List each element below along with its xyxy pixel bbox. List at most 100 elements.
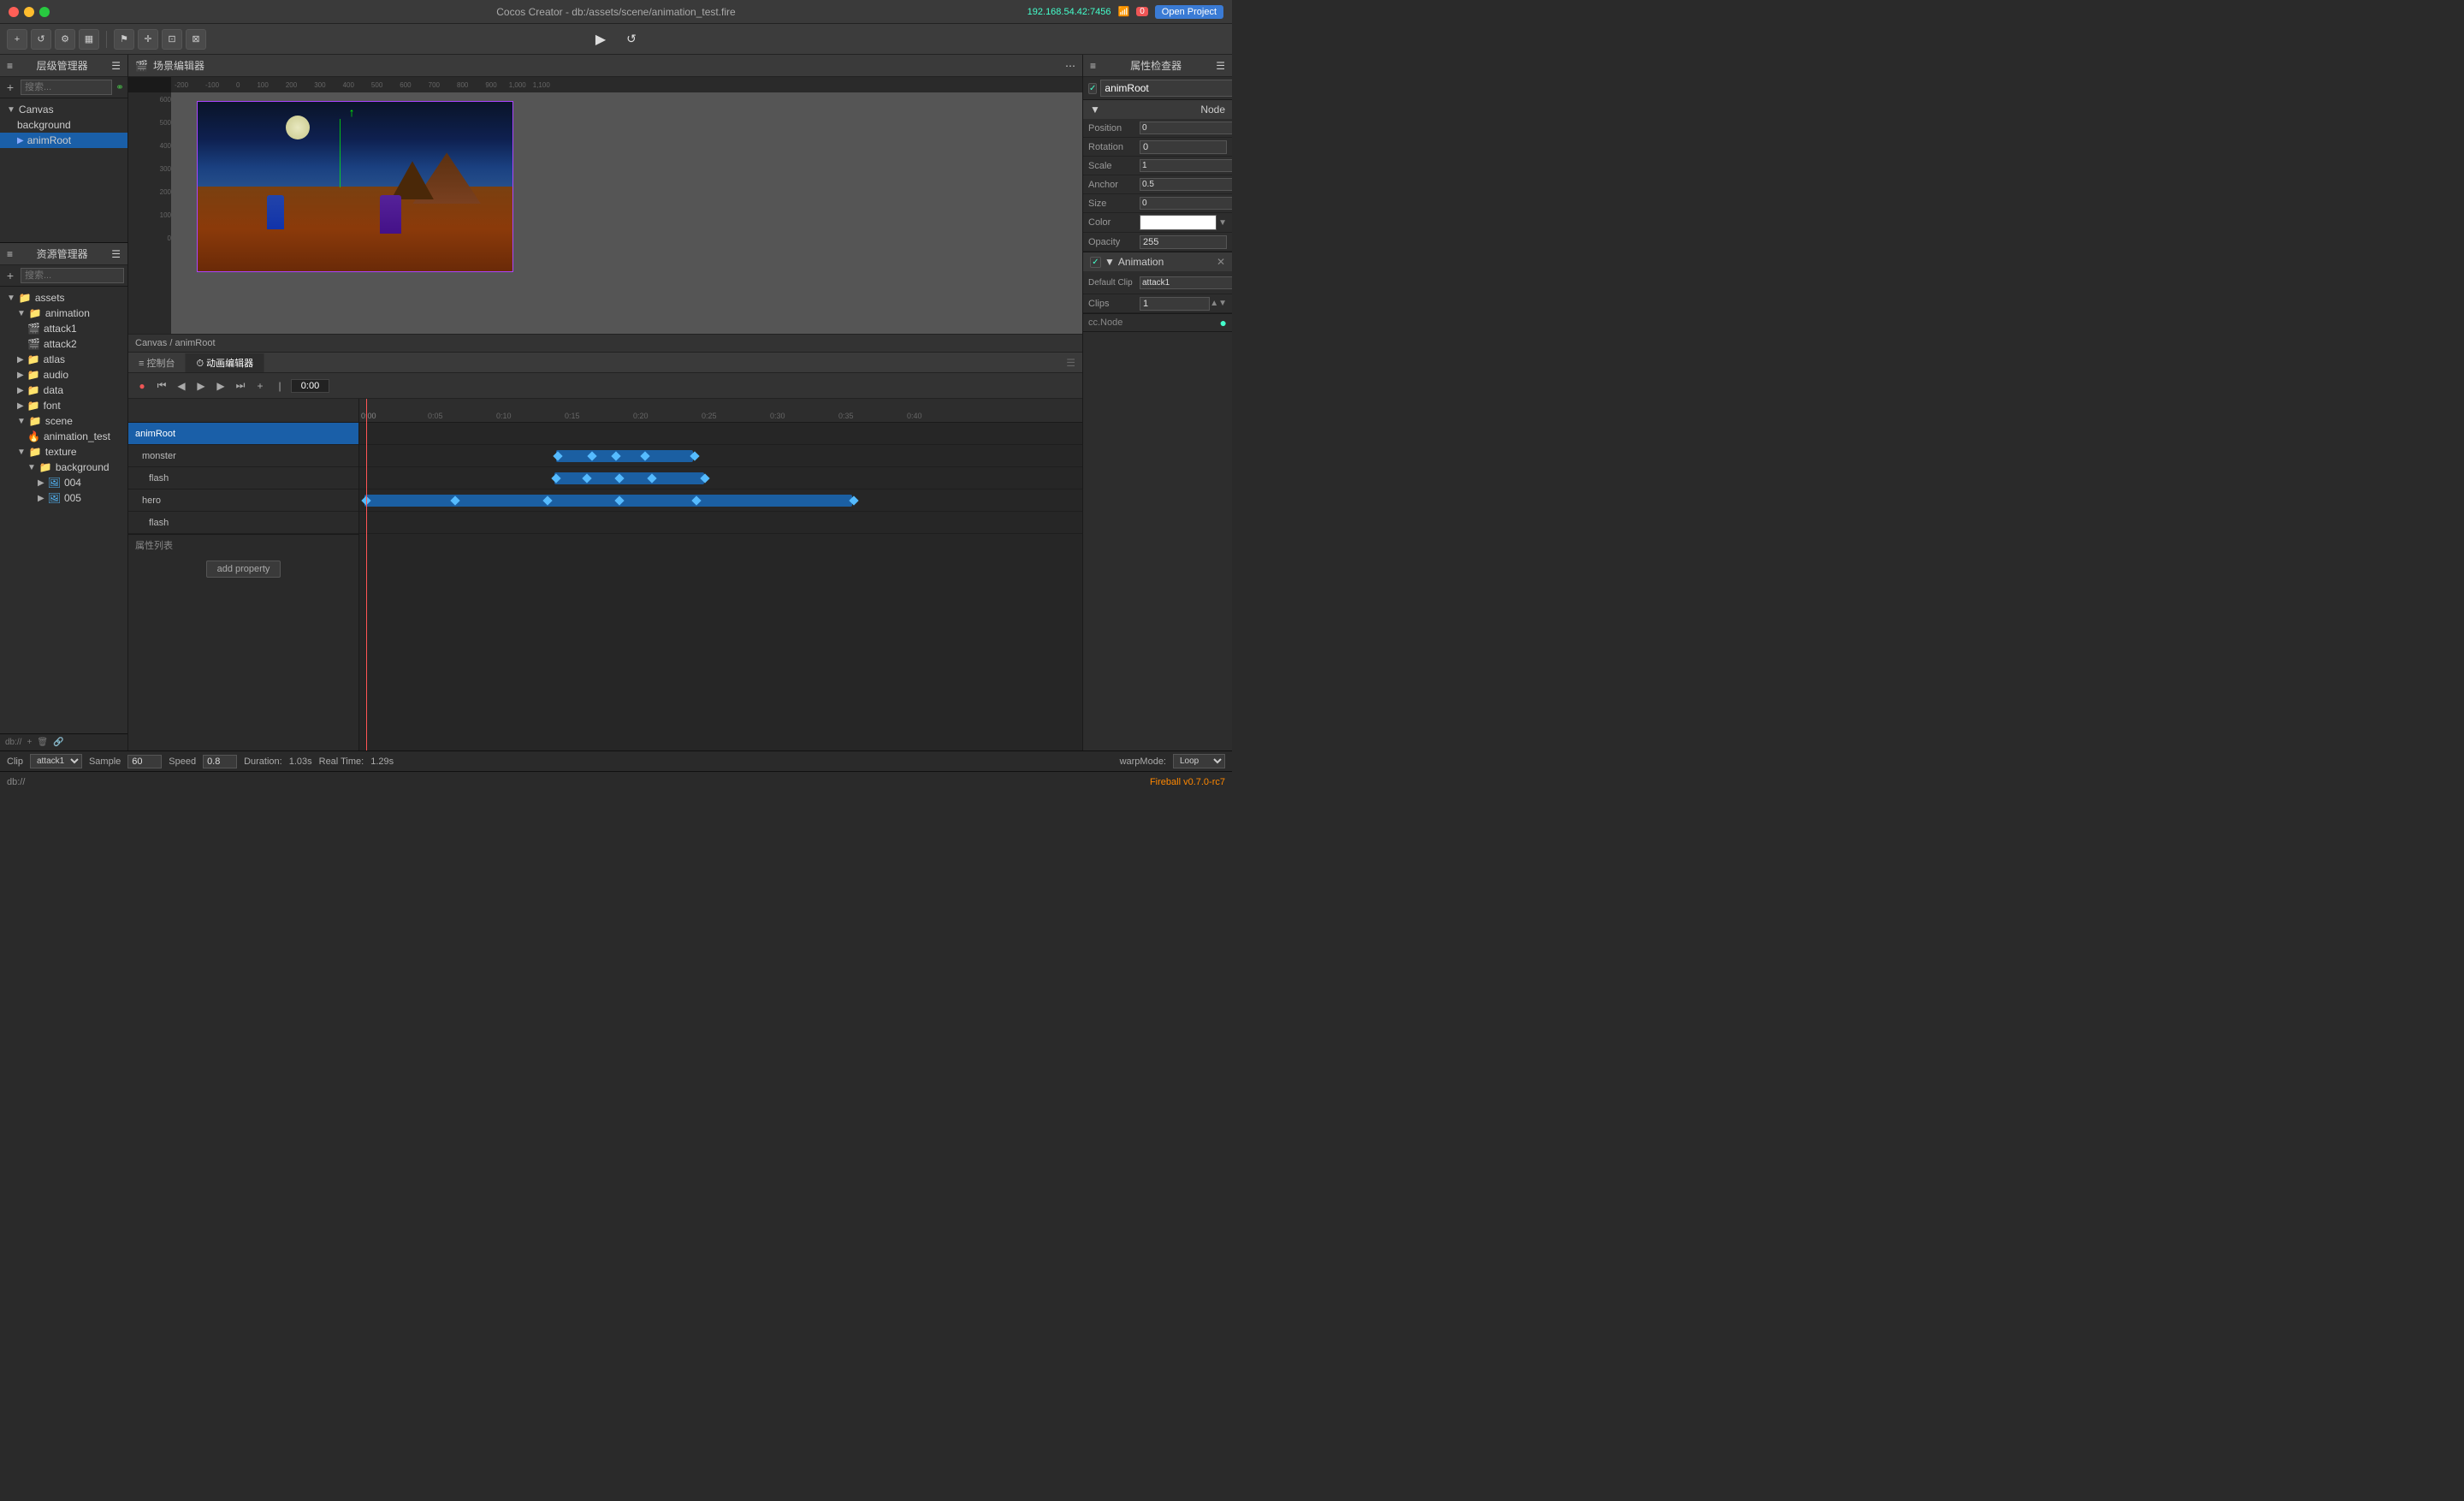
tree-item-animroot[interactable]: ▶ animRoot bbox=[0, 133, 127, 148]
speed-input[interactable] bbox=[203, 755, 237, 768]
clip-bottom-bar: Clip attack1 Sample Speed Duration: 1.03… bbox=[0, 750, 1232, 771]
track-flash1[interactable]: flash bbox=[128, 467, 358, 489]
track-row-flash2[interactable] bbox=[359, 512, 1082, 534]
expand-arrow-animroot: ▶ bbox=[17, 136, 24, 145]
to-end-button[interactable]: ⏭ bbox=[232, 377, 249, 395]
sample-input[interactable] bbox=[127, 755, 162, 768]
close-button[interactable] bbox=[9, 7, 19, 17]
hierarchy-search-input[interactable] bbox=[21, 80, 112, 95]
tree-item-background[interactable]: background bbox=[0, 117, 127, 133]
node-section-header[interactable]: ▼ Node bbox=[1083, 100, 1232, 119]
tool4-button[interactable]: ⊠ bbox=[186, 29, 206, 50]
scene-icon: 🎬 bbox=[135, 60, 148, 72]
rotation-input[interactable] bbox=[1140, 140, 1227, 154]
asset-item-attack1[interactable]: 🎬 attack1 bbox=[0, 321, 127, 336]
refresh-button[interactable]: ↺ bbox=[31, 29, 51, 50]
minimize-button[interactable] bbox=[24, 7, 34, 17]
005-icon: 🖼 bbox=[48, 492, 61, 504]
anchor-inputs: X Y bbox=[1140, 178, 1232, 191]
clips-arrow-down[interactable]: ▼ bbox=[1218, 299, 1227, 308]
animation-checkbox[interactable]: ✓ bbox=[1090, 257, 1101, 268]
default-clip-row: Default Clip animation-clip bbox=[1083, 271, 1232, 294]
node-checkbox[interactable]: ✓ bbox=[1088, 83, 1097, 94]
tool3-button[interactable]: ⊡ bbox=[162, 29, 182, 50]
track-hero[interactable]: hero bbox=[128, 489, 358, 512]
next-frame-button[interactable]: ▶ bbox=[212, 377, 229, 395]
play-button[interactable]: ▶ bbox=[587, 27, 614, 51]
add-keyframe-button[interactable]: + bbox=[252, 377, 269, 395]
remove-animation-icon[interactable]: ✕ bbox=[1217, 256, 1225, 268]
track-row-flash1[interactable] bbox=[359, 467, 1082, 489]
console-tab-label: 控制台 bbox=[146, 359, 175, 369]
animation-section-header[interactable]: ✓ ▼ Animation ✕ bbox=[1083, 252, 1232, 271]
scene-viewport[interactable]: 使用鼠标右键平移视窗焦点 -200 -100 0 100 200 300 400… bbox=[128, 77, 1082, 334]
default-clip-input[interactable] bbox=[1140, 276, 1232, 289]
tab-console[interactable]: ≡ 控制台 bbox=[128, 353, 186, 372]
build-button[interactable]: ▦ bbox=[79, 29, 99, 50]
expand-004: ▶ bbox=[38, 478, 44, 488]
position-x-input[interactable] bbox=[1140, 122, 1232, 134]
asset-item-audio[interactable]: ▶ 📁 audio bbox=[0, 367, 127, 383]
asset-item-005[interactable]: ▶ 🖼 005 bbox=[0, 490, 127, 506]
ruler-v-400: 400 bbox=[160, 142, 171, 150]
left-panels: ≡ 层级管理器 ☰ + ⚭ ▼ Canvas background bbox=[0, 55, 128, 750]
warpmode-select[interactable]: Loop Normal bbox=[1173, 754, 1225, 768]
to-start-button[interactable]: ⏮ bbox=[153, 377, 170, 395]
opacity-input[interactable] bbox=[1140, 235, 1227, 249]
assets-search-input[interactable] bbox=[21, 268, 124, 283]
asset-item-bg-folder[interactable]: ▼ 📁 background bbox=[0, 460, 127, 475]
asset-item-atlas[interactable]: ▶ 📁 atlas bbox=[0, 352, 127, 367]
asset-item-data[interactable]: ▶ 📁 data bbox=[0, 383, 127, 398]
timeline-header-left bbox=[128, 399, 358, 423]
track-flash2[interactable]: flash bbox=[128, 512, 358, 534]
track-row-animroot[interactable] bbox=[359, 423, 1082, 445]
add-property-button[interactable]: add property bbox=[206, 561, 281, 578]
track-animroot[interactable]: animRoot bbox=[128, 423, 358, 445]
scene-inner: ↑ bbox=[171, 92, 1082, 334]
assets-add-button[interactable]: + bbox=[3, 269, 17, 282]
track-row-monster[interactable] bbox=[359, 445, 1082, 467]
sample-label: Sample bbox=[89, 756, 121, 767]
tree-item-canvas[interactable]: ▼ Canvas bbox=[0, 102, 127, 117]
asset-item-004[interactable]: ▶ 🖼 004 bbox=[0, 475, 127, 490]
size-w-input[interactable] bbox=[1140, 197, 1232, 210]
scale-x-input[interactable] bbox=[1140, 159, 1232, 172]
traffic-lights bbox=[9, 7, 50, 17]
y-axis-arrow: ↑ bbox=[349, 105, 355, 119]
asset-item-font[interactable]: ▶ 📁 font bbox=[0, 398, 127, 413]
asset-item-assets[interactable]: ▼ 📁 assets bbox=[0, 290, 127, 306]
clips-input[interactable] bbox=[1140, 297, 1210, 311]
prev-frame-button[interactable]: ◀ bbox=[173, 377, 190, 395]
reload-button[interactable]: ↺ bbox=[618, 27, 645, 51]
color-dropdown-icon[interactable]: ▼ bbox=[1218, 218, 1227, 228]
scene-menu-icon[interactable]: ⋯ bbox=[1065, 60, 1075, 72]
asset-item-animation-test[interactable]: 🔥 animation_test bbox=[0, 429, 127, 444]
asset-item-animation[interactable]: ▼ 📁 animation bbox=[0, 306, 127, 321]
asset-item-attack2[interactable]: 🎬 attack2 bbox=[0, 336, 127, 352]
track-monster[interactable]: monster bbox=[128, 445, 358, 467]
node-name-input[interactable] bbox=[1100, 80, 1232, 97]
clips-arrow-up[interactable]: ▲ bbox=[1210, 299, 1218, 308]
asset-item-texture[interactable]: ▼ 📁 texture bbox=[0, 444, 127, 460]
tab-animation[interactable]: ⏱ 动画编辑器 bbox=[186, 353, 264, 372]
expand-bg: ▼ bbox=[27, 463, 36, 472]
asset-item-scene[interactable]: ▼ 📁 scene bbox=[0, 413, 127, 429]
keyframe-tool-button[interactable]: | bbox=[271, 377, 288, 395]
tool2-button[interactable]: ✛ bbox=[138, 29, 158, 50]
record-button[interactable]: ● bbox=[133, 377, 151, 395]
clip-select[interactable]: attack1 bbox=[30, 754, 82, 768]
add-button[interactable]: + bbox=[7, 29, 27, 50]
anchor-x-input[interactable] bbox=[1140, 178, 1232, 191]
fullscreen-button[interactable] bbox=[39, 7, 50, 17]
color-swatch[interactable] bbox=[1140, 215, 1217, 230]
open-project-button[interactable]: Open Project bbox=[1155, 5, 1223, 19]
play-timeline-button[interactable]: ▶ bbox=[192, 377, 210, 395]
playhead[interactable] bbox=[366, 399, 367, 750]
settings-button[interactable]: ⚙ bbox=[55, 29, 75, 50]
tool1-button[interactable]: ⚑ bbox=[114, 29, 134, 50]
timeline-menu-icon[interactable]: ☰ bbox=[1059, 357, 1082, 369]
tick-2: 0:10 bbox=[496, 412, 512, 420]
track-row-hero[interactable] bbox=[359, 489, 1082, 512]
expand-scene: ▼ bbox=[17, 417, 26, 426]
hierarchy-add-button[interactable]: + bbox=[3, 80, 17, 94]
